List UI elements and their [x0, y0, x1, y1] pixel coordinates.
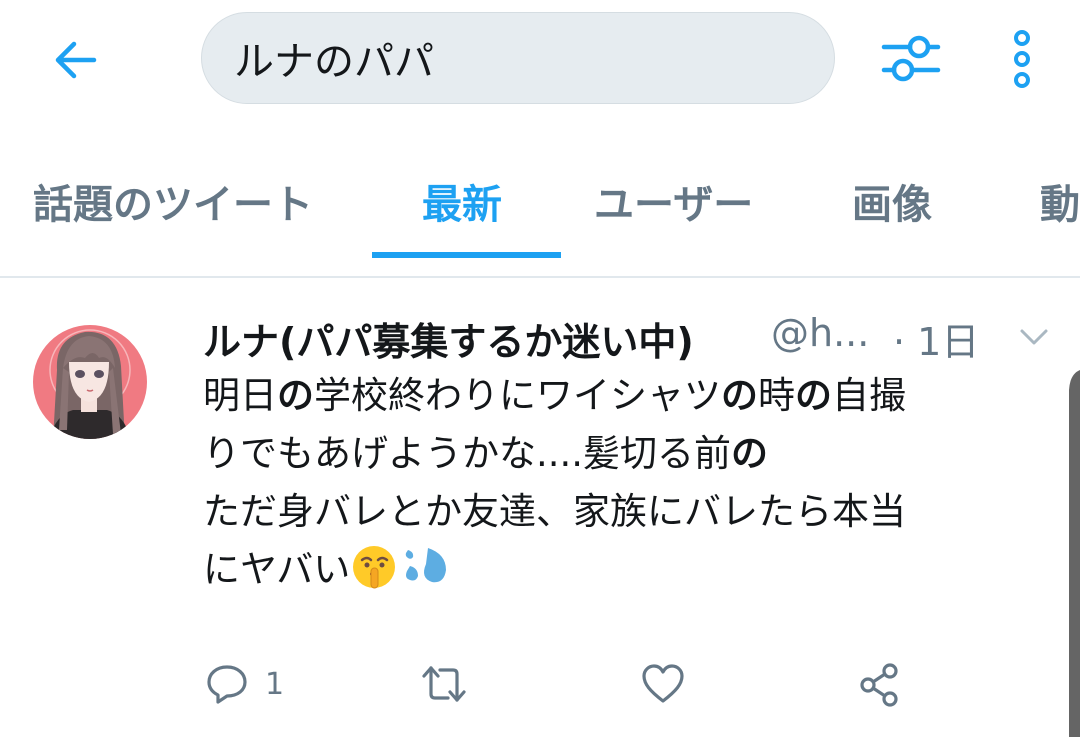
divider	[0, 276, 1080, 278]
sweat-droplets-emoji	[406, 548, 447, 583]
chevron-down-icon	[1020, 329, 1048, 345]
search-filter-button[interactable]	[878, 28, 944, 88]
tweet-line: にヤバい	[203, 541, 1063, 599]
reply-icon	[207, 665, 247, 704]
share-icon	[860, 663, 898, 707]
like-button[interactable]	[640, 662, 702, 706]
share-button[interactable]	[858, 662, 902, 708]
heart-icon	[642, 664, 684, 703]
reply-count: 1	[265, 666, 285, 702]
tweet-menu-button[interactable]	[1014, 322, 1054, 352]
search-query-text: ルナのパパ	[234, 39, 434, 85]
sliders-icon	[881, 35, 941, 82]
back-button[interactable]	[40, 30, 110, 90]
active-tab-indicator	[372, 252, 561, 258]
scrollbar[interactable]	[1066, 370, 1080, 737]
tweet-line: 明日の学校終わりにワイシャツの時の自撮	[203, 374, 906, 417]
shushing-face-emoji	[353, 546, 396, 589]
tweet-author-name[interactable]: ルナ(パパ募集するか迷い中)	[203, 311, 694, 366]
tab-users[interactable]: ユーザー	[594, 172, 753, 230]
tweet-line: ただ身バレとか友達、家族にバレたら本当	[203, 490, 906, 533]
reply-button[interactable]: 1	[205, 662, 284, 706]
vertical-dots-icon	[1014, 30, 1030, 88]
tab-videos[interactable]: 動	[1040, 172, 1080, 230]
more-options-button[interactable]	[1000, 24, 1044, 94]
retweet-button[interactable]	[420, 662, 484, 706]
tweet-author-handle[interactable]: @h...	[771, 311, 869, 355]
retweet-icon	[422, 666, 466, 702]
avatar[interactable]	[33, 310, 147, 453]
tab-images[interactable]: 画像	[852, 172, 932, 230]
search-tabs: 話題のツイート 最新 ユーザー 画像 動	[0, 150, 1080, 260]
search-input[interactable]: ルナのパパ	[201, 12, 835, 104]
tweet-text: 明日の学校終わりにワイシャツの時の自撮 りでもあげようかな....髪切る前の た…	[203, 367, 1063, 599]
arrow-left-icon	[55, 41, 97, 79]
tweet-timestamp[interactable]: · 1日	[893, 311, 979, 366]
tab-latest[interactable]: 最新	[422, 172, 502, 230]
tweet-line: りでもあげようかな....髪切る前の	[203, 432, 769, 475]
tab-top-tweets[interactable]: 話題のツイート	[33, 172, 313, 230]
